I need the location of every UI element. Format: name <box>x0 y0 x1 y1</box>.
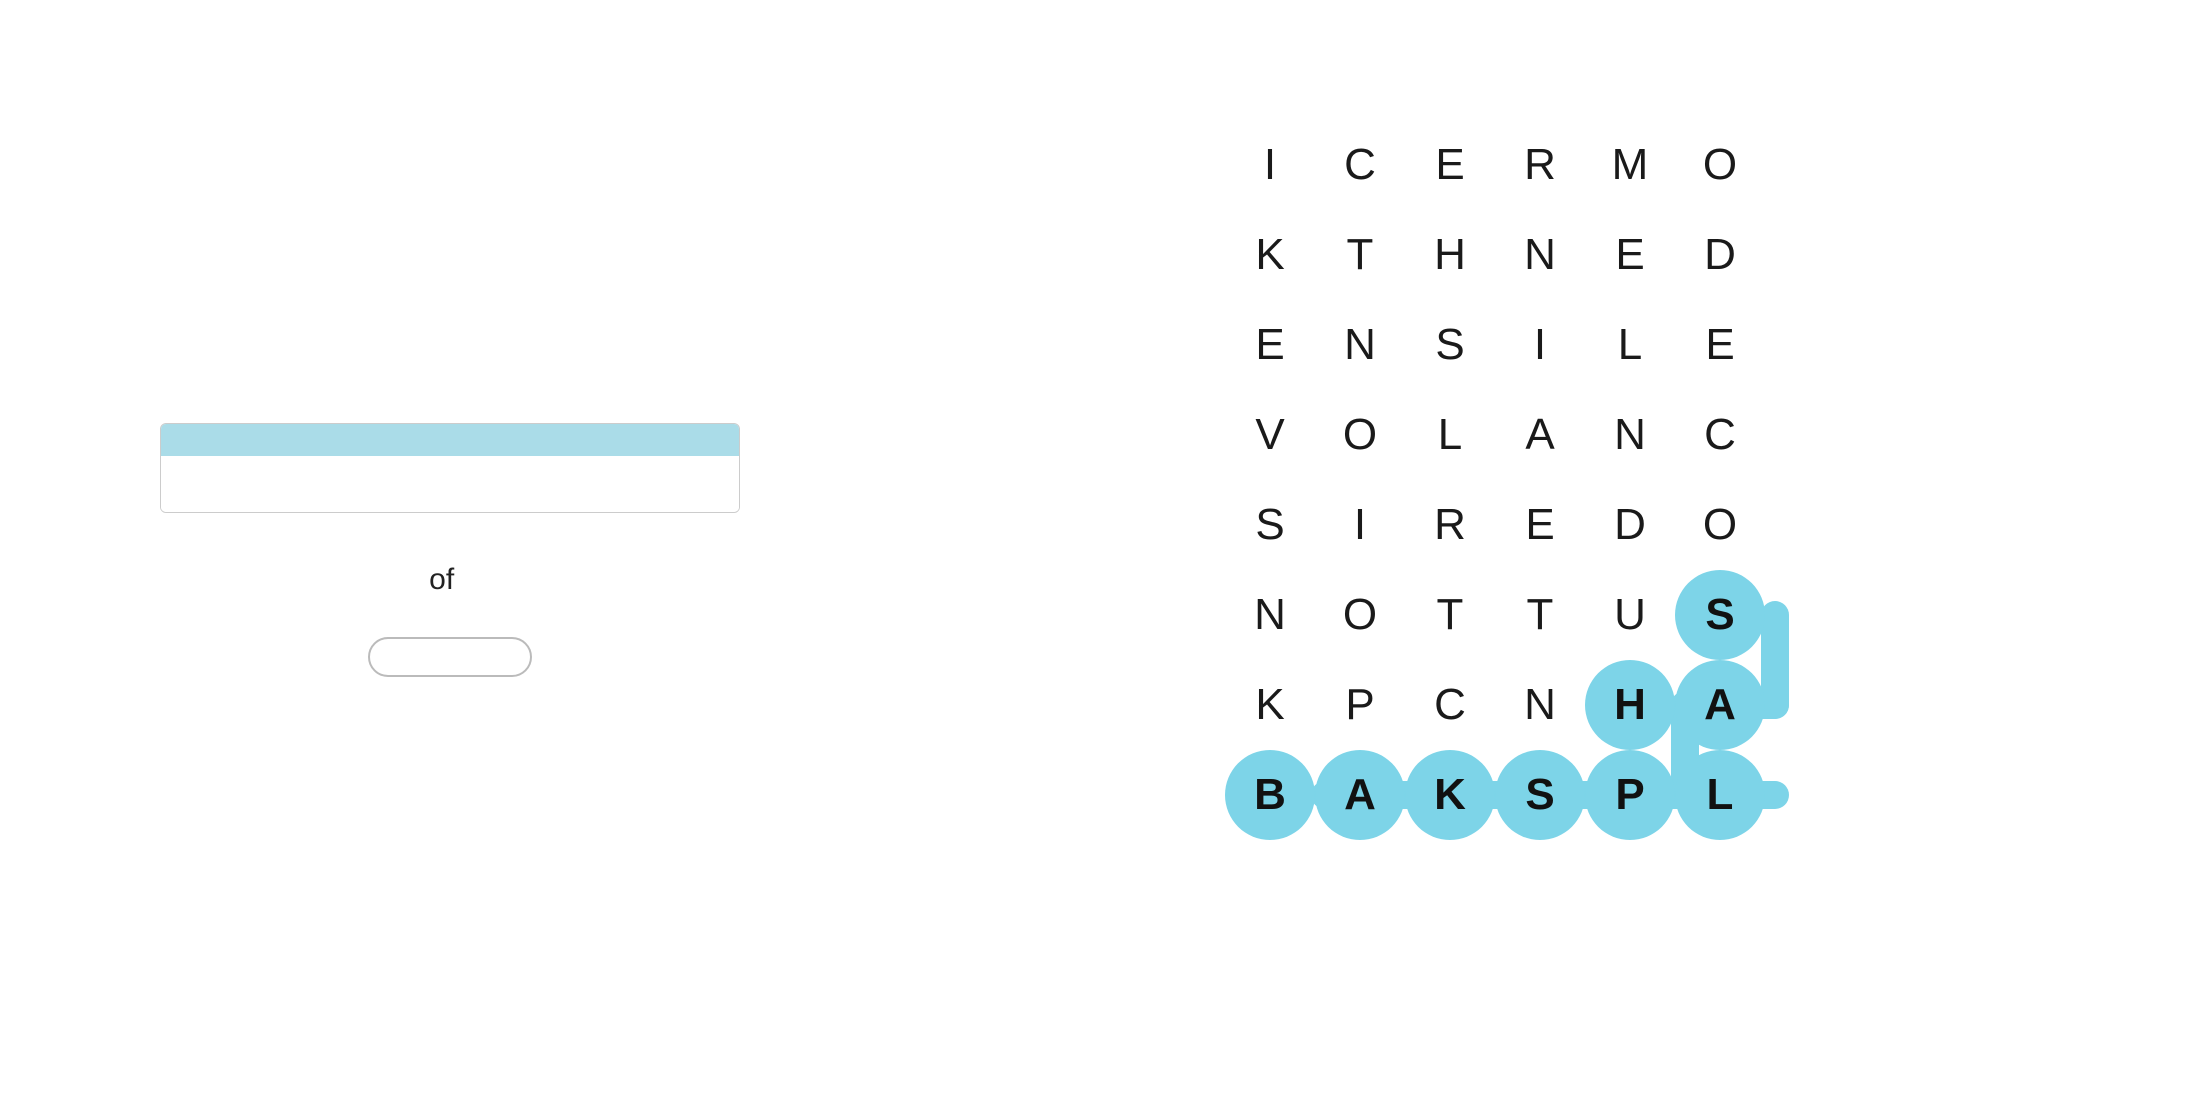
grid-cell[interactable]: D <box>1585 480 1675 570</box>
grid-cell[interactable]: E <box>1405 120 1495 210</box>
grid-cell[interactable]: H <box>1585 660 1675 750</box>
grid-cell[interactable]: I <box>1225 120 1315 210</box>
grid-cell[interactable]: T <box>1315 210 1405 300</box>
grid-cell[interactable]: S <box>1225 480 1315 570</box>
grid-cell[interactable]: I <box>1315 480 1405 570</box>
theme-body <box>161 456 739 512</box>
grid-cell[interactable]: R <box>1405 480 1495 570</box>
grid-cell[interactable]: U <box>1585 570 1675 660</box>
right-panel: ICERMOKTHNEDENSILEVOLANCSIREDONOTTUSKPCN… <box>900 0 2200 1100</box>
grid-cell[interactable]: L <box>1585 300 1675 390</box>
theme-header <box>161 424 739 456</box>
grid-cell[interactable]: T <box>1405 570 1495 660</box>
hint-button[interactable] <box>368 637 532 677</box>
grid-cell[interactable]: O <box>1315 390 1405 480</box>
grid-cell[interactable]: K <box>1225 660 1315 750</box>
grid-cell[interactable]: C <box>1675 390 1765 480</box>
grid-cell[interactable]: O <box>1315 570 1405 660</box>
grid-cell[interactable]: V <box>1225 390 1315 480</box>
grid-cell[interactable]: K <box>1405 750 1495 840</box>
grid-cell[interactable]: R <box>1495 120 1585 210</box>
grid-cell[interactable]: A <box>1495 390 1585 480</box>
grid-cell[interactable]: D <box>1675 210 1765 300</box>
grid-cell[interactable]: N <box>1585 390 1675 480</box>
grid-cell[interactable]: C <box>1315 120 1405 210</box>
grid-cell[interactable]: S <box>1675 570 1765 660</box>
grid-cell[interactable]: B <box>1225 750 1315 840</box>
grid-cell[interactable]: N <box>1315 300 1405 390</box>
grid-cell[interactable]: A <box>1315 750 1405 840</box>
grid-cell[interactable]: N <box>1495 660 1585 750</box>
grid-cell[interactable]: O <box>1675 480 1765 570</box>
grid-cell[interactable]: L <box>1405 390 1495 480</box>
grid-cell[interactable]: M <box>1585 120 1675 210</box>
grid-cell[interactable]: O <box>1675 120 1765 210</box>
grid-container: ICERMOKTHNEDENSILEVOLANCSIREDONOTTUSKPCN… <box>1225 120 1875 840</box>
grid-cell[interactable]: P <box>1315 660 1405 750</box>
left-panel: of <box>0 0 900 1100</box>
grid-cell[interactable]: K <box>1225 210 1315 300</box>
grid-cell[interactable]: L <box>1675 750 1765 840</box>
grid-cell[interactable]: P <box>1585 750 1675 840</box>
grid-cell[interactable]: N <box>1225 570 1315 660</box>
grid-cell[interactable]: H <box>1405 210 1495 300</box>
theme-box <box>160 423 740 513</box>
grid-cell[interactable]: E <box>1675 300 1765 390</box>
grid-cell[interactable]: I <box>1495 300 1585 390</box>
grid-cell[interactable]: S <box>1405 300 1495 390</box>
found-text: of <box>421 563 479 597</box>
grid-cell[interactable]: N <box>1495 210 1585 300</box>
word-grid: ICERMOKTHNEDENSILEVOLANCSIREDONOTTUSKPCN… <box>1225 120 1875 840</box>
grid-cell[interactable]: S <box>1495 750 1585 840</box>
grid-cell[interactable]: E <box>1225 300 1315 390</box>
grid-cell[interactable]: E <box>1585 210 1675 300</box>
grid-cell[interactable]: C <box>1405 660 1495 750</box>
grid-cell[interactable]: E <box>1495 480 1585 570</box>
grid-cell[interactable]: T <box>1495 570 1585 660</box>
grid-cell[interactable]: A <box>1675 660 1765 750</box>
